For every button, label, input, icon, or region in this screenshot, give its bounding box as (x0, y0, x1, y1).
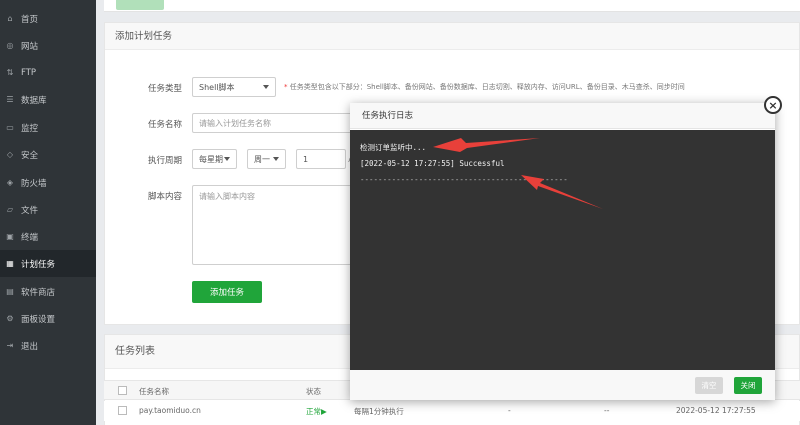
required-star: * (284, 83, 288, 91)
task-type-value: Shell脚本 (199, 82, 235, 92)
log-line: [2022-05-12 17:27:55] Successful (360, 159, 505, 168)
sidebar-item-label: 安全 (21, 150, 39, 161)
firewall-icon: ◈ (6, 178, 14, 187)
panel-title: 添加计划任务 (105, 23, 799, 50)
sidebar-item-website[interactable]: ◎ 网站 (0, 32, 96, 59)
home-icon: ⌂ (7, 14, 13, 23)
sidebar-item-terminal[interactable]: ▣ 终端 (0, 223, 96, 250)
sidebar-item-label: FTP (21, 67, 37, 78)
modal-title: 任务执行日志 (350, 103, 775, 129)
sidebar-item-store[interactable]: ▤ 软件商店 (0, 278, 96, 305)
sidebar-item-home[interactable]: ⌂ 首页 (0, 5, 96, 32)
task-cell-4: - (508, 406, 511, 415)
task-last-run-cell: 2022-05-12 17:27:55 (676, 406, 756, 415)
script-placeholder: 请输入脚本内容 (199, 192, 255, 201)
calendar-icon: ▦ (6, 259, 14, 268)
shield-icon: ◇ (6, 150, 14, 159)
sidebar-item-ftp[interactable]: ⇅ FTP (0, 59, 96, 86)
logout-icon: ⇥ (6, 341, 14, 350)
period-label: 执行周期 (148, 156, 183, 166)
hour-value: 1 (303, 154, 309, 164)
task-type-select[interactable]: Shell脚本 (192, 77, 276, 97)
period-value: 每星期 (199, 154, 223, 164)
sidebar-item-label: 网站 (21, 41, 39, 52)
monitor-icon: ▭ (6, 123, 14, 132)
select-all-checkbox[interactable] (118, 386, 127, 395)
log-console: 检测订单监听中... [2022-05-12 17:27:55] Success… (350, 130, 775, 370)
weekday-value: 周一 (254, 154, 270, 164)
terminal-icon: ▣ (6, 232, 14, 241)
task-name-placeholder: 请输入计划任务名称 (199, 118, 271, 128)
task-name-label: 任务名称 (148, 120, 183, 130)
modal-footer: 清空 关闭 (350, 370, 775, 400)
close-icon[interactable]: × (764, 96, 782, 114)
period-select[interactable]: 每星期 (192, 149, 237, 169)
sidebar-item-logout[interactable]: ⇥ 退出 (0, 332, 96, 359)
clear-button[interactable]: 清空 (695, 377, 723, 394)
script-label: 脚本内容 (148, 192, 183, 202)
sidebar-item-security[interactable]: ◇ 安全 (0, 141, 96, 168)
task-period-cell: 每隔1分钟执行 (354, 407, 404, 416)
task-type-hint-text: 任务类型包含以下部分：Shell脚本、备份网站、备份数据库、日志切割、释放内存、… (289, 83, 685, 91)
sidebar-item-label: 文件 (21, 205, 39, 216)
sidebar-item-database[interactable]: ☰ 数据库 (0, 86, 96, 113)
log-line: ----------------------------------------… (360, 175, 568, 184)
chevron-down-icon (273, 157, 279, 161)
folder-icon: ▱ (6, 205, 14, 214)
globe-icon: ◎ (6, 41, 14, 50)
task-status-cell[interactable]: 正常▶ (306, 406, 327, 417)
sidebar-item-firewall[interactable]: ◈ 防火墙 (0, 169, 96, 196)
store-icon: ▤ (6, 287, 14, 296)
task-name-input[interactable]: 请输入计划任务名称 (192, 113, 352, 133)
sidebar-item-files[interactable]: ▱ 文件 (0, 196, 96, 223)
gear-icon: ⚙ (6, 314, 14, 323)
add-task-button[interactable]: 添加任务 (192, 281, 262, 303)
sidebar-item-label: 数据库 (21, 95, 47, 106)
column-header-status: 状态 (306, 387, 321, 396)
ftp-icon: ⇅ (6, 68, 14, 77)
task-name-cell[interactable]: pay.taomiduo.cn (139, 406, 201, 415)
sidebar-item-cron[interactable]: ▦ 计划任务 (0, 250, 96, 277)
close-button[interactable]: 关闭 (734, 377, 762, 394)
weekday-select[interactable]: 周一 (247, 149, 286, 169)
log-line: 检测订单监听中... (360, 143, 427, 152)
tab-active[interactable] (116, 0, 164, 10)
script-textarea[interactable]: 请输入脚本内容 (192, 185, 352, 265)
chevron-down-icon (224, 157, 230, 161)
chevron-down-icon (263, 85, 269, 89)
sidebar-item-label: 退出 (21, 341, 39, 352)
task-type-label: 任务类型 (148, 84, 183, 94)
top-tab-bar (104, 0, 800, 12)
hour-input[interactable]: 1 (296, 149, 346, 169)
sidebar-item-label: 终端 (21, 232, 39, 243)
sidebar-item-label: 首页 (21, 14, 39, 25)
sidebar-item-label: 面板设置 (21, 314, 56, 325)
task-type-hint: * 任务类型包含以下部分：Shell脚本、备份网站、备份数据库、日志切割、释放内… (284, 82, 685, 92)
sidebar-item-label: 软件商店 (21, 287, 56, 298)
sidebar-item-label: 监控 (21, 123, 39, 134)
database-icon: ☰ (6, 95, 14, 104)
sidebar-item-label: 计划任务 (21, 259, 56, 270)
column-header-name: 任务名称 (139, 387, 169, 396)
table-row[interactable]: pay.taomiduo.cn 正常▶ 每隔1分钟执行 - -- 2022-05… (104, 401, 800, 421)
sidebar-item-label: 防火墙 (21, 178, 47, 189)
sidebar: ⌂ 首页 ◎ 网站 ⇅ FTP ☰ 数据库 ▭ 监控 ◇ 安全 ◈ 防火墙 ▱ … (0, 0, 96, 425)
row-checkbox[interactable] (118, 406, 127, 415)
sidebar-item-monitor[interactable]: ▭ 监控 (0, 114, 96, 141)
task-cell-5: -- (604, 406, 610, 415)
sidebar-item-settings[interactable]: ⚙ 面板设置 (0, 305, 96, 332)
log-modal: 任务执行日志 检测订单监听中... [2022-05-12 17:27:55] … (350, 103, 775, 400)
